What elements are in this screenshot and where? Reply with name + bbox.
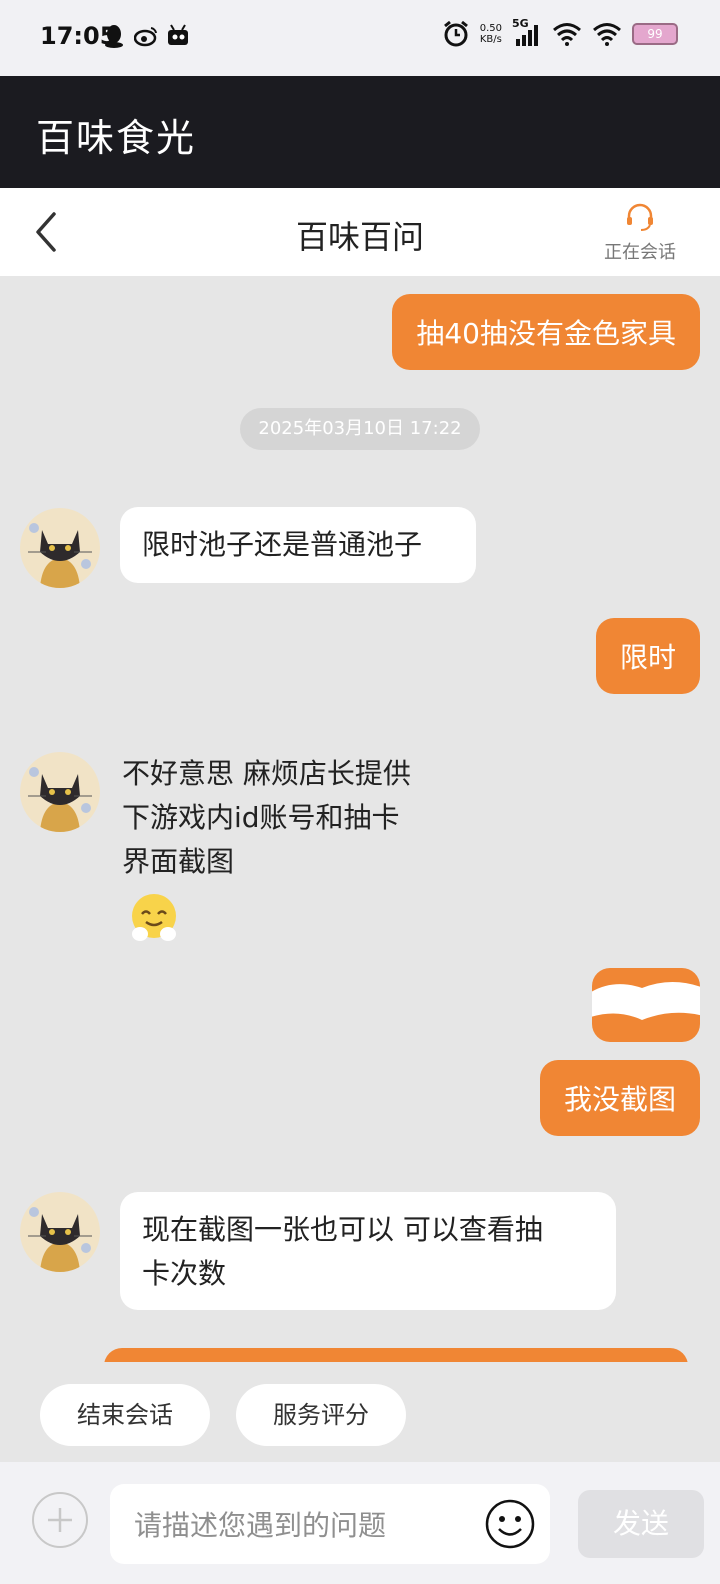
network-type: 5G [512,17,529,30]
message-input[interactable] [132,1484,466,1566]
avatar[interactable] [20,508,100,588]
notification-icons [102,24,190,48]
net-speed: 0.50 KB/s [480,23,502,45]
system-status-icons: 0.50 KB/s 5G 99 [442,17,678,48]
input-bar: 发送 [0,1462,720,1584]
message-line: 界面截图 [122,845,235,878]
message-line: 下游戏内id账号和抽卡 [122,801,400,834]
cat-avatar-icon [20,508,100,588]
message-line: 不好意思 麻烦店长提供 [122,757,411,790]
redacted-message-bubble [592,968,700,1042]
message-bubble-sent: 抽40抽没有金色家具 [392,294,700,370]
add-attachment-button[interactable] [32,1492,88,1548]
alarm-icon [442,20,470,48]
chat-area[interactable]: 抽40抽没有金色家具 2025年03月10日 17:22 限时池子还是普通池子 … [0,276,720,1362]
plus-icon [48,1508,72,1532]
cat-avatar-icon [20,1192,100,1272]
net-speed-unit: KB/s [479,34,502,45]
app-icon [166,24,190,48]
send-button[interactable]: 发送 [578,1490,704,1558]
rate-service-button[interactable]: 服务评分 [236,1384,406,1446]
timestamp: 2025年03月10日 17:22 [240,408,480,450]
avatar[interactable] [20,752,100,832]
wifi-icon [552,22,582,46]
message-line: 现在截图一张也可以 可以查看抽 [142,1213,543,1246]
cat-avatar-icon [20,752,100,832]
end-session-button[interactable]: 结束会话 [40,1384,210,1446]
message-bubble-sent-partial [104,1348,688,1362]
message-input-wrapper [110,1484,550,1566]
quick-actions: 结束会话 服务评分 [0,1362,720,1450]
message-line: 卡次数 [142,1257,227,1290]
session-status-label: 正在会话 [604,242,676,263]
net-speed-value: 0.50 [479,23,502,34]
smiley-icon [485,1499,535,1549]
session-status[interactable]: 正在会话 [600,202,680,264]
battery-icon: 99 [632,23,678,45]
qq-icon [102,24,126,48]
avatar[interactable] [20,1192,100,1272]
app-title: 百味食光 [36,116,197,160]
signal-icon: 5G [512,17,542,47]
app-header: 百味食光 [0,76,720,188]
message-bubble-sent: 我没截图 [539,1060,700,1136]
headset-icon [627,203,653,231]
message-bubble-sent: 限时 [595,618,700,694]
nav-bar: 百味百问 正在会话 [0,188,720,276]
message-bubble-received: 现在截图一张也可以 可以查看抽 卡次数 [120,1192,616,1310]
wifi-icon [592,22,622,46]
hugging-face-icon [128,892,180,944]
status-bar: 17:05 0.50 KB/s 5G 99 [0,0,720,76]
emoji-button[interactable] [484,1498,536,1550]
message-bubble-received: 限时池子还是普通池子 [120,507,476,583]
message-text-received: 不好意思 麻烦店长提供 下游戏内id账号和抽卡 界面截图 [122,752,482,884]
weibo-icon [134,24,158,48]
